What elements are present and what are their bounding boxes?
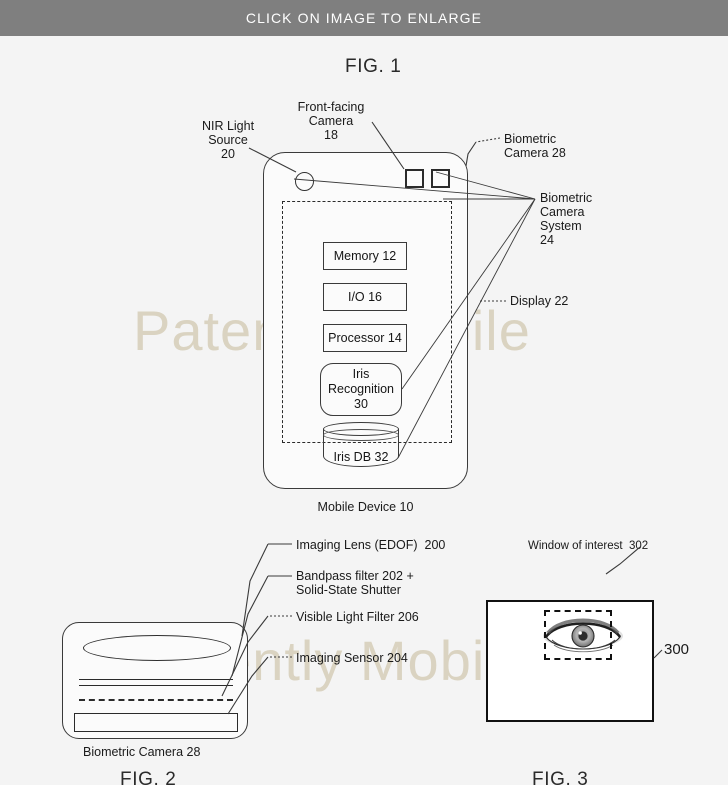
- bandpass-filter-line-lower: [79, 685, 233, 686]
- patent-figure-sheet[interactable]: Patently Mobile Patently Mobile FIG. 1 N…: [0, 36, 728, 790]
- label-window-of-interest-302: Window of interest 302: [528, 540, 649, 552]
- visible-light-filter-line: [79, 699, 233, 701]
- fig2-title: FIG. 2: [120, 769, 177, 790]
- label-front-facing-camera: Front-facing Camera 18: [297, 100, 365, 142]
- click-to-enlarge-banner[interactable]: CLICK ON IMAGE TO ENLARGE: [0, 0, 728, 36]
- fig2-caption-biometric-camera-28: Biometric Camera 28: [83, 745, 201, 759]
- label-visible-light-filter-206: Visible Light Filter 206: [296, 610, 419, 624]
- fig3-title: FIG. 3: [532, 769, 589, 790]
- cylinder-ring: [323, 429, 399, 441]
- block-processor: Processor 14: [323, 324, 407, 352]
- nir-light-source-icon: [295, 172, 314, 191]
- label-biometric-camera-system-24: Biometric Camera System 24: [540, 191, 593, 247]
- fig2-biometric-camera-outline[interactable]: [62, 622, 248, 739]
- fig3-captured-image-frame[interactable]: [486, 600, 654, 722]
- fig1-title: FIG. 1: [345, 56, 402, 77]
- label-imaging-lens-edof-200: Imaging Lens (EDOF) 200: [296, 538, 446, 552]
- imaging-lens-ellipse: [83, 635, 231, 661]
- front-facing-camera-icon: [405, 169, 424, 188]
- imaging-sensor-rect: [74, 713, 238, 732]
- label-display-22: Display 22: [510, 294, 569, 308]
- block-iris-recognition: Iris Recognition 30: [320, 363, 402, 416]
- label-bandpass-filter-202: Bandpass filter 202 + Solid-State Shutte…: [296, 569, 414, 597]
- bandpass-filter-line-upper: [79, 679, 233, 680]
- label-biometric-camera-28: Biometric Camera 28: [504, 132, 566, 160]
- block-memory: Memory 12: [323, 242, 407, 270]
- window-of-interest-box: [544, 610, 612, 660]
- block-iris-db: Iris DB 32: [323, 422, 399, 474]
- label-nir-light-source: NIR Light Source 20: [201, 119, 255, 161]
- label-mobile-device-10: Mobile Device 10: [317, 500, 414, 514]
- iris-db-label: Iris DB 32: [333, 450, 389, 464]
- label-image-300: 300: [664, 641, 690, 658]
- biometric-camera-icon: [431, 169, 450, 188]
- block-io: I/O 16: [323, 283, 407, 311]
- label-imaging-sensor-204: Imaging Sensor 204: [296, 651, 408, 665]
